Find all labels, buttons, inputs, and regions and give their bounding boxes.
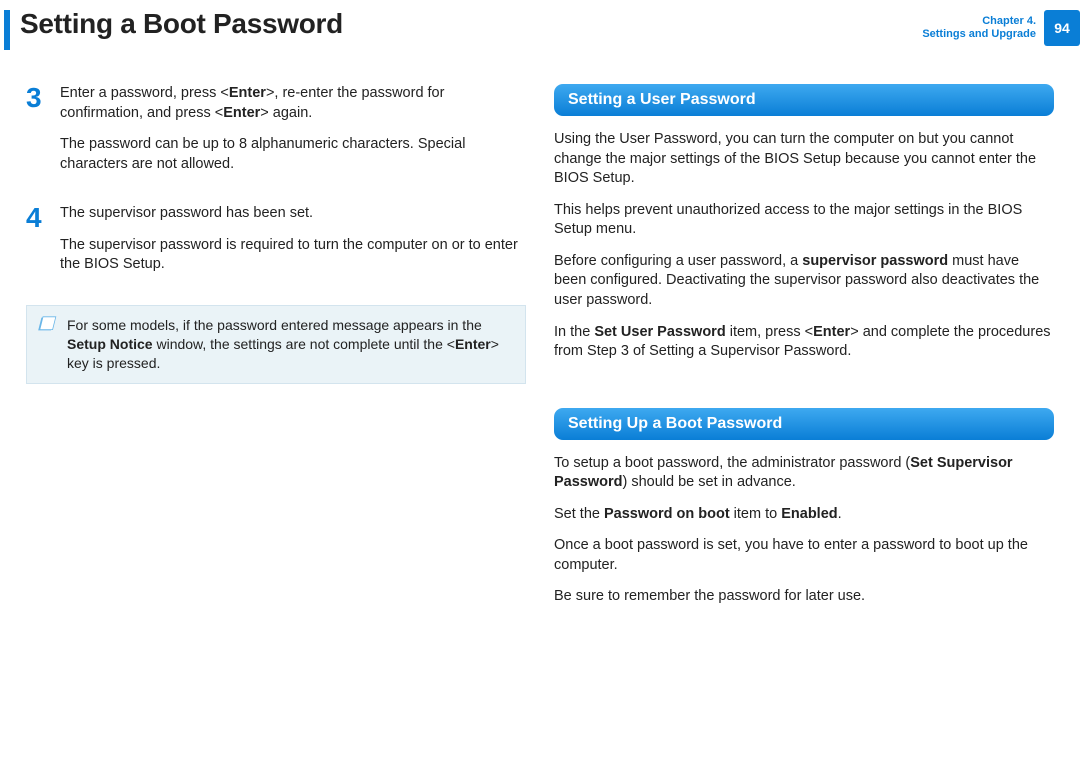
boot-pw-para1: To setup a boot password, the administra… — [554, 454, 1054, 493]
section-heading-user-password: Setting a User Password — [554, 84, 1054, 116]
step4-para1: The supervisor password has been set. — [60, 204, 526, 224]
boot-pw-para3: Once a boot password is set, you have to… — [554, 536, 1054, 575]
step3-para2: The password can be up to 8 alphanumeric… — [60, 135, 526, 174]
note-icon — [37, 316, 57, 332]
content-columns: 3 Enter a password, press <Enter>, re-en… — [0, 56, 1080, 619]
boot-pw-para2: Set the Password on boot item to Enabled… — [554, 505, 1054, 525]
page-title: Setting a Boot Password — [20, 8, 343, 40]
right-column: Setting a User Password Using the User P… — [554, 84, 1054, 619]
note-text: For some models, if the password entered… — [67, 317, 499, 371]
step-4: 4 The supervisor password has been set. … — [26, 204, 526, 287]
user-pw-para3: Before configuring a user password, a su… — [554, 252, 1054, 311]
section-heading-boot-password: Setting Up a Boot Password — [554, 408, 1054, 440]
page-header: Setting a Boot Password Chapter 4. Setti… — [0, 0, 1080, 56]
step-3: 3 Enter a password, press <Enter>, re-en… — [26, 84, 526, 186]
step-body: Enter a password, press <Enter>, re-ente… — [60, 84, 526, 186]
step-number: 3 — [26, 84, 48, 186]
step3-para1: Enter a password, press <Enter>, re-ente… — [60, 84, 526, 123]
user-pw-para1: Using the User Password, you can turn th… — [554, 130, 1054, 189]
left-column: 3 Enter a password, press <Enter>, re-en… — [26, 84, 526, 619]
user-pw-para2: This helps prevent unauthorized access t… — [554, 201, 1054, 240]
chapter-label: Chapter 4. Settings and Upgrade — [922, 15, 1044, 41]
accent-bar — [4, 10, 10, 50]
spacer — [554, 374, 1054, 408]
chapter-block: Chapter 4. Settings and Upgrade 94 — [922, 10, 1080, 46]
boot-pw-para4: Be sure to remember the password for lat… — [554, 587, 1054, 607]
chapter-line2: Settings and Upgrade — [922, 28, 1036, 41]
user-pw-para4: In the Set User Password item, press <En… — [554, 323, 1054, 362]
note-box: For some models, if the password entered… — [26, 305, 526, 384]
page-number-badge: 94 — [1044, 10, 1080, 46]
step-body: The supervisor password has been set. Th… — [60, 204, 526, 287]
step4-para2: The supervisor password is required to t… — [60, 236, 526, 275]
step-number: 4 — [26, 204, 48, 287]
chapter-line1: Chapter 4. — [922, 15, 1036, 28]
